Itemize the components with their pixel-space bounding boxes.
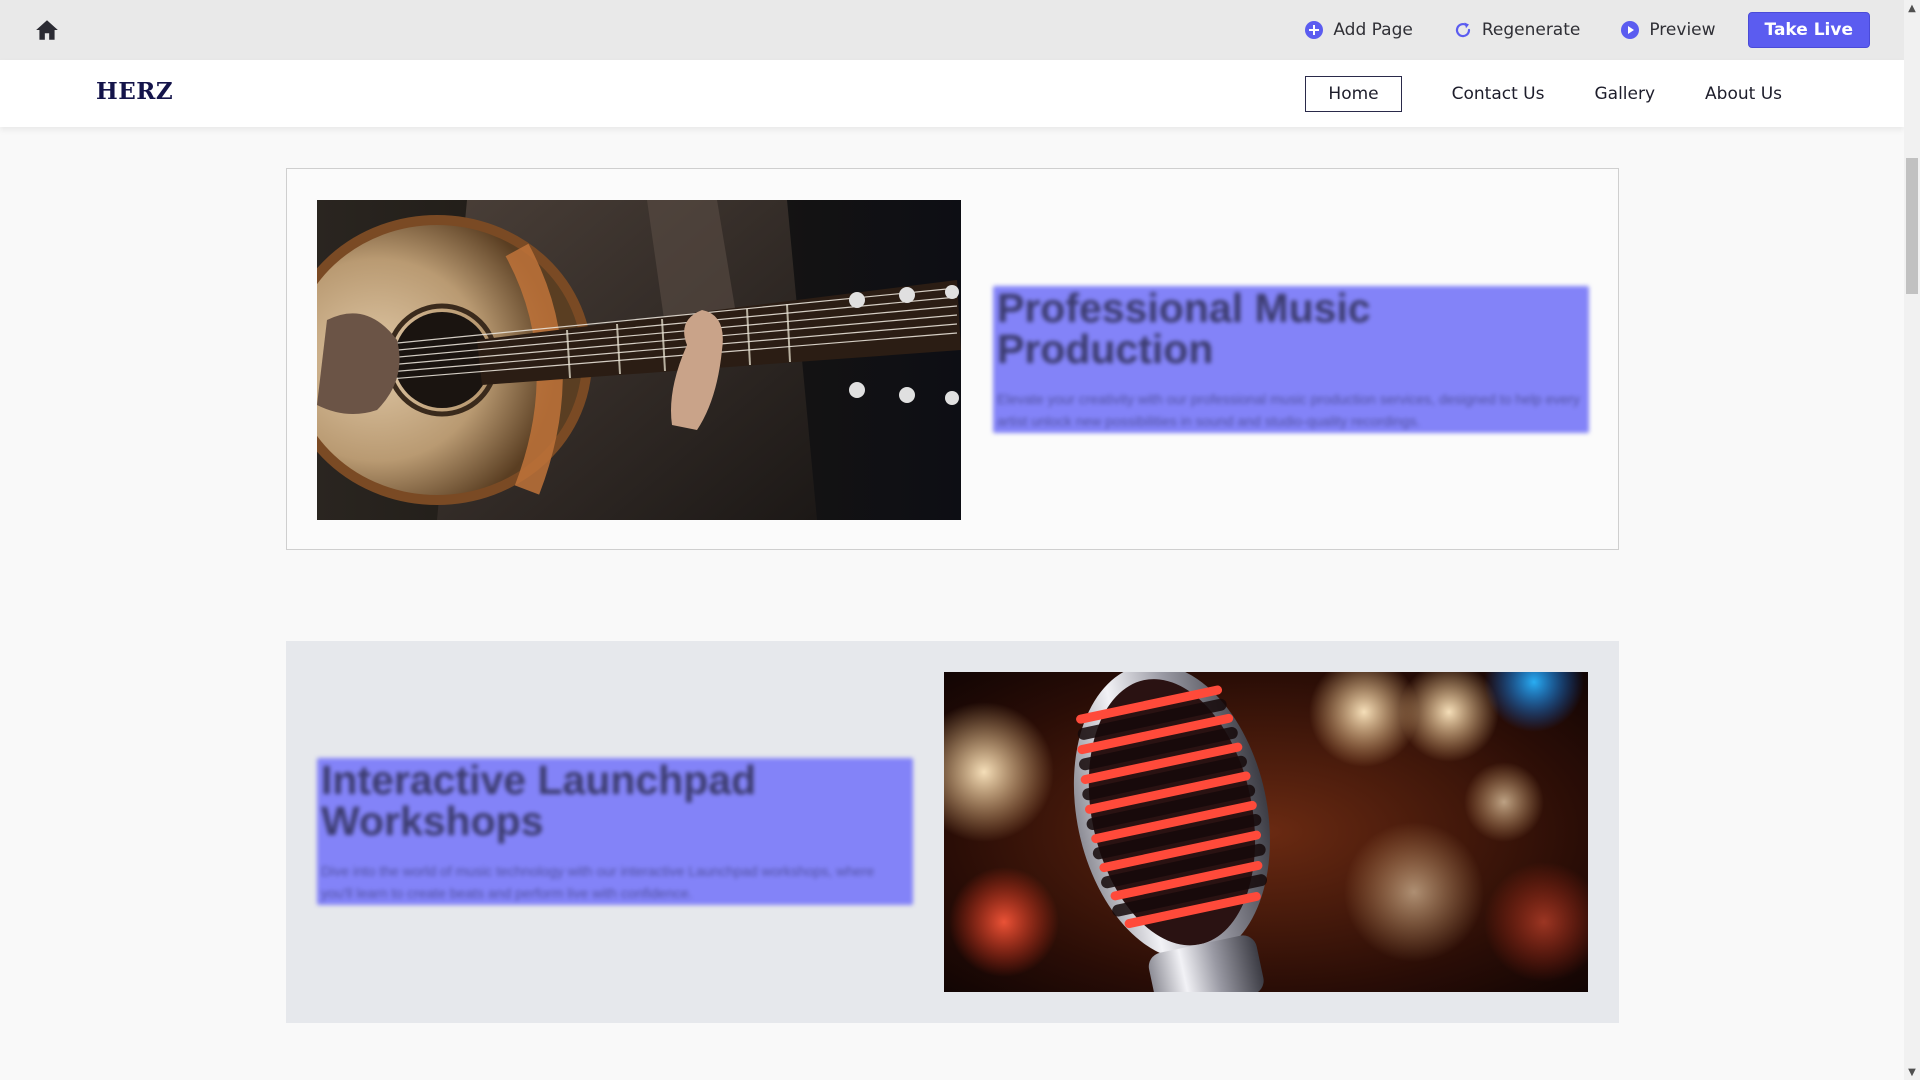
feature-description: Elevate your creativity with our profess… [997, 391, 1580, 429]
feature-text-block: Professional Music Production Elevate yo… [993, 286, 1589, 433]
preview-button[interactable]: Preview [1620, 12, 1716, 48]
feature-text-block: Interactive Launchpad Workshops Dive int… [317, 758, 913, 905]
scrollbar-thumb[interactable] [1906, 158, 1918, 294]
nav-contact-link[interactable]: Contact Us [1452, 76, 1545, 112]
editor-actions: Add Page Regenerate Preview Take Live [1264, 12, 1870, 48]
add-page-label: Add Page [1333, 20, 1413, 40]
acoustic-guitar-image [317, 200, 961, 520]
regenerate-label: Regenerate [1481, 20, 1581, 40]
brand-logo[interactable]: HERZ [96, 78, 173, 105]
vintage-microphone-image [944, 672, 1588, 992]
preview-label: Preview [1649, 20, 1716, 40]
scroll-up-arrow-icon[interactable]: ▲ [1904, 0, 1920, 16]
home-icon[interactable] [34, 17, 60, 43]
feature-title: Interactive Launchpad Workshops [321, 758, 757, 844]
play-circle-icon [1620, 20, 1640, 40]
nav-links: Home Contact Us Gallery About Us [1305, 76, 1782, 112]
refresh-icon [1453, 20, 1473, 40]
plus-circle-icon [1304, 20, 1324, 40]
nav-home-link[interactable]: Home [1305, 76, 1402, 112]
feature-description: Dive into the world of music technology … [321, 863, 875, 901]
add-page-button[interactable]: Add Page [1304, 12, 1413, 48]
feature-card-music-production: Professional Music Production Elevate yo… [286, 168, 1619, 550]
feature-card-launchpad-workshops: Interactive Launchpad Workshops Dive int… [286, 641, 1619, 1023]
feature-title: Professional Music Production [997, 286, 1371, 372]
regenerate-button[interactable]: Regenerate [1453, 12, 1581, 48]
editor-toolbar: Add Page Regenerate Preview Take Live [0, 0, 1904, 60]
nav-gallery-link[interactable]: Gallery [1594, 76, 1655, 112]
nav-about-link[interactable]: About Us [1705, 76, 1782, 112]
page-scrollbar[interactable]: ▲ ▼ [1904, 0, 1920, 1080]
site-navbar: HERZ Home Contact Us Gallery About Us [0, 60, 1904, 127]
scroll-down-arrow-icon[interactable]: ▼ [1904, 1064, 1920, 1080]
take-live-button[interactable]: Take Live [1747, 12, 1870, 48]
